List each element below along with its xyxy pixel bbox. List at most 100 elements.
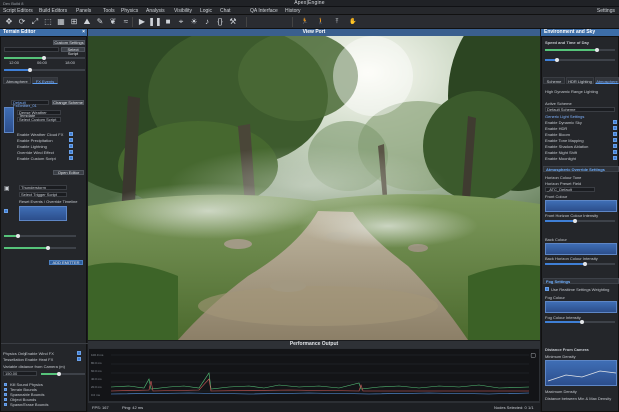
realtime-fog-checkbox[interactable] [545, 287, 549, 291]
menu-qa-interface[interactable]: QA Interface [250, 8, 278, 14]
add-emitter-button[interactable]: ADD EMITTER [49, 260, 83, 265]
light-option-checkbox[interactable] [613, 132, 617, 136]
save-icon[interactable]: ▣ [4, 185, 10, 192]
emitter-field[interactable]: Default FxEmitter_01 [11, 100, 49, 108]
tab-scheme[interactable]: Scheme [543, 77, 565, 84]
water-icon[interactable]: ≈ [121, 17, 131, 27]
atmo-override-section[interactable]: Atmospheric Override Settings [543, 166, 619, 172]
fx-option-checkbox[interactable] [69, 144, 73, 148]
speed-slider[interactable] [545, 58, 615, 62]
intensity-slider[interactable] [4, 68, 85, 72]
event-field[interactable]: Thunderstorm [19, 185, 67, 190]
menu-physics[interactable]: Physics [121, 8, 138, 14]
heat-fx-checkbox[interactable] [77, 357, 81, 361]
stop-icon[interactable]: ■ [163, 17, 173, 27]
play-icon[interactable]: ▶ [137, 17, 147, 27]
density-curve-line [547, 370, 617, 382]
menu-history[interactable]: History [285, 8, 301, 14]
time-slider[interactable] [4, 56, 85, 60]
menu-panels[interactable]: Panels [76, 8, 91, 14]
bounds-toggle[interactable] [4, 383, 7, 386]
close-icon[interactable]: ▢ [530, 352, 536, 359]
bounds-toggle[interactable] [4, 393, 7, 396]
light-option-checkbox[interactable] [613, 150, 617, 154]
event-slider-2[interactable] [4, 246, 76, 250]
back-colour-swatch[interactable] [545, 243, 617, 255]
fx-option-checkbox[interactable] [69, 150, 73, 154]
menu-analysis[interactable]: Analysis [146, 8, 165, 14]
menu-visibility[interactable]: Visibility [174, 8, 192, 14]
performance-graph: 100.0 ms 80.0 ms 60.0 ms 40.0 ms 20.0 ms 0.0 … [88, 348, 540, 402]
terrain-icon[interactable]: ⛰ [82, 17, 92, 27]
move-icon[interactable]: ✥ [4, 17, 14, 27]
menu-script-editors[interactable]: Script Editors [3, 8, 33, 14]
menu-logic[interactable]: Logic [200, 8, 212, 14]
light-option-checkbox[interactable] [613, 144, 617, 148]
fx-option-checkbox[interactable] [69, 138, 73, 142]
fog-intensity-slider[interactable] [545, 320, 615, 324]
density-curve[interactable] [545, 360, 617, 386]
custom-script-field[interactable]: Select Custom Script [17, 117, 61, 122]
pause-icon[interactable]: ❚❚ [148, 17, 161, 27]
event-slider-1[interactable] [4, 234, 76, 238]
physics-only-label: Physics Only [3, 351, 27, 356]
close-icon[interactable]: × [82, 29, 85, 36]
scale-icon[interactable]: ⤢ [30, 17, 40, 27]
horizon-preset-field[interactable]: _ATC_Default [545, 187, 595, 192]
fog-colour-label: Fog Colour [545, 295, 565, 300]
foliage-icon[interactable]: ❦ [108, 17, 118, 27]
bounds-toggle[interactable] [4, 403, 7, 406]
grid-icon[interactable]: ▦ [56, 17, 66, 27]
script-field[interactable] [4, 47, 59, 52]
menu-tools[interactable]: Tools [103, 8, 115, 14]
figure-walk-icon[interactable]: 🚶 [316, 17, 326, 27]
rotate-icon[interactable]: ⟳ [17, 17, 27, 27]
timeline-checkbox[interactable] [4, 209, 8, 213]
front-intensity-slider[interactable] [545, 219, 615, 223]
camera-icon[interactable]: ⌖ [176, 17, 186, 27]
menu-chat[interactable]: Chat [220, 8, 231, 14]
time-of-day-slider[interactable] [545, 48, 615, 52]
menu-settings[interactable]: Settings [597, 8, 615, 14]
distance-slider[interactable] [41, 372, 85, 376]
menu-build-editors[interactable]: Build Editors [39, 8, 67, 14]
tab-hdr-lighting[interactable]: HDR Lighting [566, 77, 594, 84]
light-option-checkbox[interactable] [613, 120, 617, 124]
change-scheme-button[interactable]: Change Scheme [52, 100, 84, 105]
light-option-label: Enable Shadow Ablation [545, 144, 589, 149]
light-option-checkbox[interactable] [613, 138, 617, 142]
light-option-checkbox[interactable] [613, 126, 617, 130]
sound-icon[interactable]: ♪ [202, 17, 212, 27]
tab-atmosphere[interactable]: Atmosphere [3, 77, 31, 84]
snap-icon[interactable]: ⊞ [69, 17, 79, 27]
light-icon[interactable]: ☀ [189, 17, 199, 27]
fx-option-checkbox[interactable] [69, 132, 73, 136]
back-intensity-slider[interactable] [545, 262, 615, 266]
select-script-button[interactable]: Select Script [61, 47, 85, 56]
figure-run-icon[interactable]: 🏃 [300, 17, 310, 27]
wind-fx-checkbox[interactable] [77, 351, 81, 355]
open-editor-button[interactable]: Open Editor [53, 170, 84, 175]
trigger-script-field[interactable]: Select Trigger Script [19, 192, 67, 197]
script-icon[interactable]: {} [215, 17, 225, 27]
build-icon[interactable]: ⚒ [228, 17, 238, 27]
scheme-select[interactable]: Default Scheme [545, 107, 615, 112]
light-option-label: Enable Night Shift [545, 150, 578, 155]
tab-fx-events[interactable]: FX Events [32, 77, 58, 84]
select-icon[interactable]: ⬚ [43, 17, 53, 27]
bounds-toggle[interactable] [4, 398, 7, 401]
front-colour-swatch[interactable] [545, 200, 617, 212]
fog-colour-swatch[interactable] [545, 301, 617, 313]
paint-icon[interactable]: ✎ [95, 17, 105, 27]
tab-atmosphere[interactable]: Atmosphere [595, 77, 619, 84]
distance-input[interactable]: 150.00 [3, 371, 37, 376]
figure-jump-icon[interactable]: ⤒ [332, 17, 342, 27]
figure-pose-icon[interactable]: ✋ [348, 17, 358, 27]
template-field[interactable]: Dense Weather Template [17, 110, 61, 118]
light-option-checkbox[interactable] [613, 156, 617, 160]
viewport-scene[interactable] [88, 36, 540, 340]
fx-option-checkbox[interactable] [69, 156, 73, 160]
bounds-toggle[interactable] [4, 388, 7, 391]
fog-section[interactable]: Fog Settings [543, 278, 619, 284]
custom-settings-button[interactable]: Custom Settings [53, 40, 85, 45]
